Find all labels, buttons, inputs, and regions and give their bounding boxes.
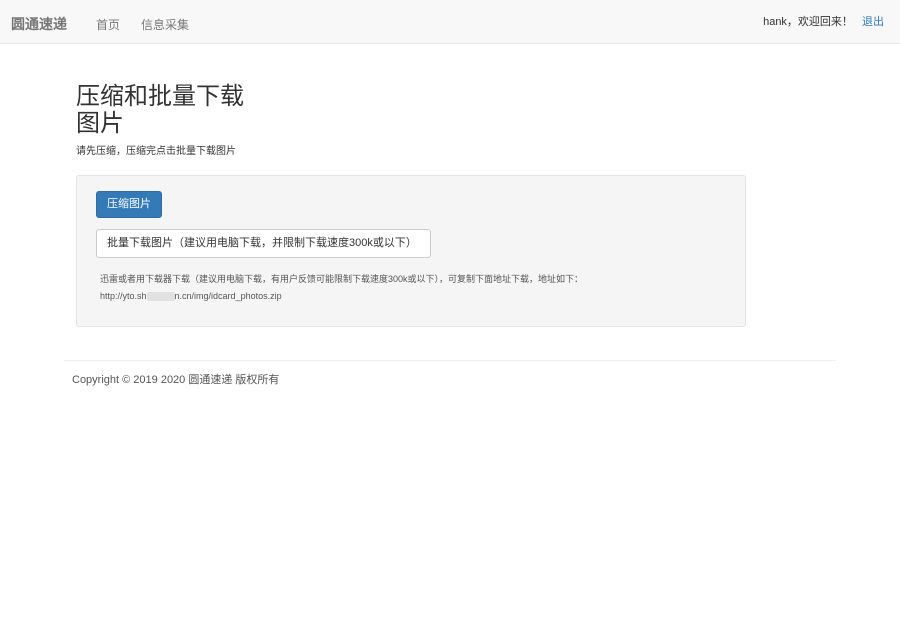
batch-download-button[interactable]: 批量下载图片（建议用电脑下载，并限制下载速度300k或以下） — [96, 229, 431, 258]
nav-link-home[interactable]: 首页 — [96, 16, 120, 33]
compress-images-button[interactable]: 压缩图片 — [96, 191, 162, 218]
footer-divider — [64, 360, 836, 361]
download-note-text: 迅雷或者用下载器下载（建议用电脑下载，有用户反馈可能限制下载速度300k或以下）… — [100, 274, 584, 284]
copyright-text: Copyright © 2019 2020 圆通速递 版权所有 — [72, 374, 280, 386]
brand-logo[interactable]: 圆通速递 — [11, 14, 67, 34]
download-url-suffix: n.cn/img/idcard_photos.zip — [174, 291, 282, 301]
instructions-text: 请先压缩，压缩完点击批量下载图片 — [76, 146, 236, 157]
welcome-text: hank，欢迎回来！ — [763, 16, 853, 28]
download-note: 迅雷或者用下载器下载（建议用电脑下载，有用户反馈可能限制下载速度300k或以下）… — [100, 271, 720, 305]
download-url-prefix: http://yto.sh — [100, 291, 147, 301]
download-panel: 压缩图片 批量下载图片（建议用电脑下载，并限制下载速度300k或以下） 迅雷或者… — [76, 175, 746, 327]
user-area: hank，欢迎回来！ 退出 — [763, 13, 884, 29]
page-title: 压缩和批量下载图片 — [76, 83, 244, 137]
nav-link-info-collection[interactable]: 信息采集 — [141, 16, 189, 33]
redacted-mask — [146, 292, 175, 302]
logout-link[interactable]: 退出 — [862, 16, 884, 28]
download-url[interactable]: http://yto.sh n.cn/img/idcard_photos.zip — [100, 288, 720, 305]
top-navbar: 圆通速递 首页 信息采集 hank，欢迎回来！ 退出 — [0, 0, 900, 44]
